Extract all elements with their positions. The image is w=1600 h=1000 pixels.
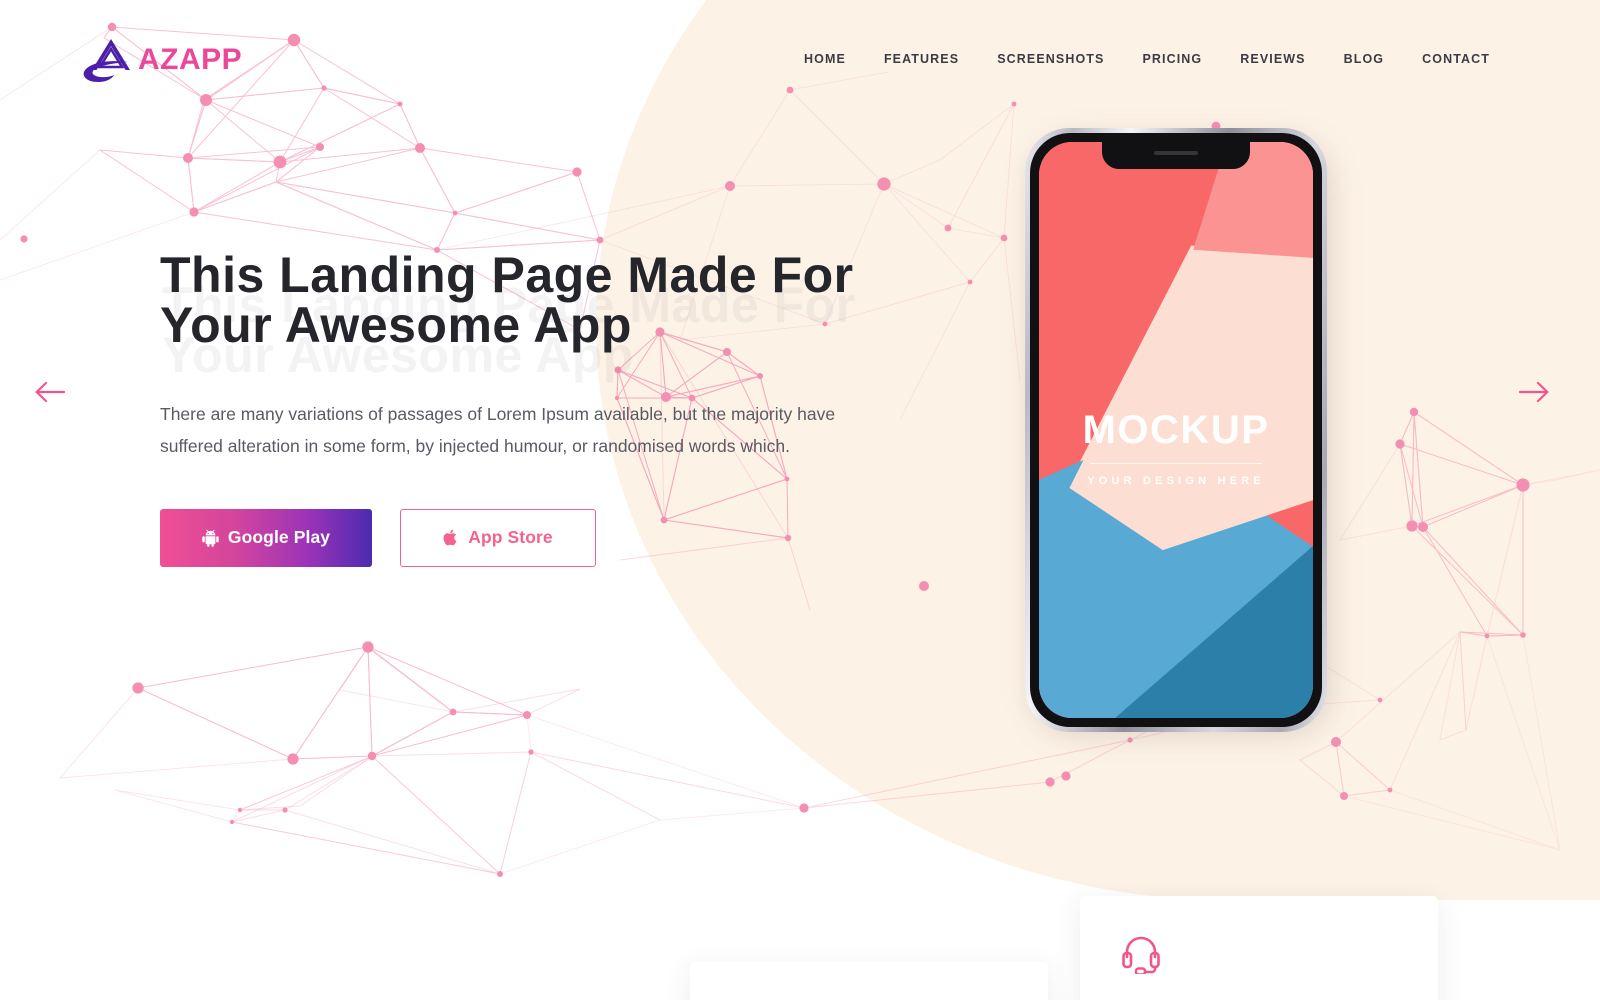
slider-prev-button[interactable] — [28, 372, 72, 412]
app-store-button[interactable]: App Store — [400, 508, 596, 567]
google-play-button[interactable]: Google Play — [160, 508, 372, 567]
support-card[interactable] — [1080, 896, 1438, 1000]
apple-icon — [443, 529, 457, 546]
arrow-left-icon — [35, 381, 66, 403]
site-header: AZAPP HOME FEATURES SCREENSHOTS PRICING … — [0, 0, 1600, 120]
nav-item-screenshots[interactable]: SCREENSHOTS — [997, 52, 1104, 66]
phone-bezel: MOCKUP YOUR DESIGN HERE — [1030, 133, 1322, 727]
nav-item-contact[interactable]: CONTACT — [1422, 52, 1490, 66]
main-navigation: HOME FEATURES SCREENSHOTS PRICING REVIEW… — [804, 52, 1490, 66]
page-root: AZAPP HOME FEATURES SCREENSHOTS PRICING … — [0, 0, 1600, 1000]
arrow-right-icon — [1518, 381, 1549, 403]
android-icon — [202, 529, 219, 547]
phone-speaker — [1154, 151, 1198, 155]
app-store-label: App Store — [468, 527, 553, 548]
hero-title-wrap: This Landing Page Made For Your Awesome … — [160, 247, 880, 380]
google-play-label: Google Play — [227, 527, 331, 548]
headset-icon — [1122, 936, 1160, 974]
nav-item-home[interactable]: HOME — [804, 52, 846, 66]
nav-item-pricing[interactable]: PRICING — [1142, 52, 1202, 66]
nav-item-features[interactable]: FEATURES — [884, 52, 959, 66]
phone-screen: MOCKUP YOUR DESIGN HERE — [1039, 142, 1313, 718]
hero-section: This Landing Page Made For Your Awesome … — [160, 250, 880, 567]
feature-card-left[interactable] — [690, 962, 1048, 1000]
phone-mockup: MOCKUP YOUR DESIGN HERE — [1025, 128, 1335, 738]
phone-notch — [1102, 142, 1250, 169]
nav-item-blog[interactable]: BLOG — [1344, 52, 1385, 66]
slider-next-button[interactable] — [1512, 372, 1556, 412]
brand-logo[interactable]: AZAPP — [80, 36, 242, 84]
hero-title: This Landing Page Made For Your Awesome … — [160, 247, 854, 353]
phone-frame: MOCKUP YOUR DESIGN HERE — [1025, 128, 1327, 732]
azapp-logo-icon — [83, 39, 130, 82]
store-button-row: Google Play App Store — [160, 508, 880, 567]
mockup-wallpaper — [1039, 142, 1313, 718]
brand-name: AZAPP — [138, 43, 243, 76]
nav-item-reviews[interactable]: REVIEWS — [1240, 52, 1305, 66]
hero-description: There are many variations of passages of… — [160, 404, 836, 457]
